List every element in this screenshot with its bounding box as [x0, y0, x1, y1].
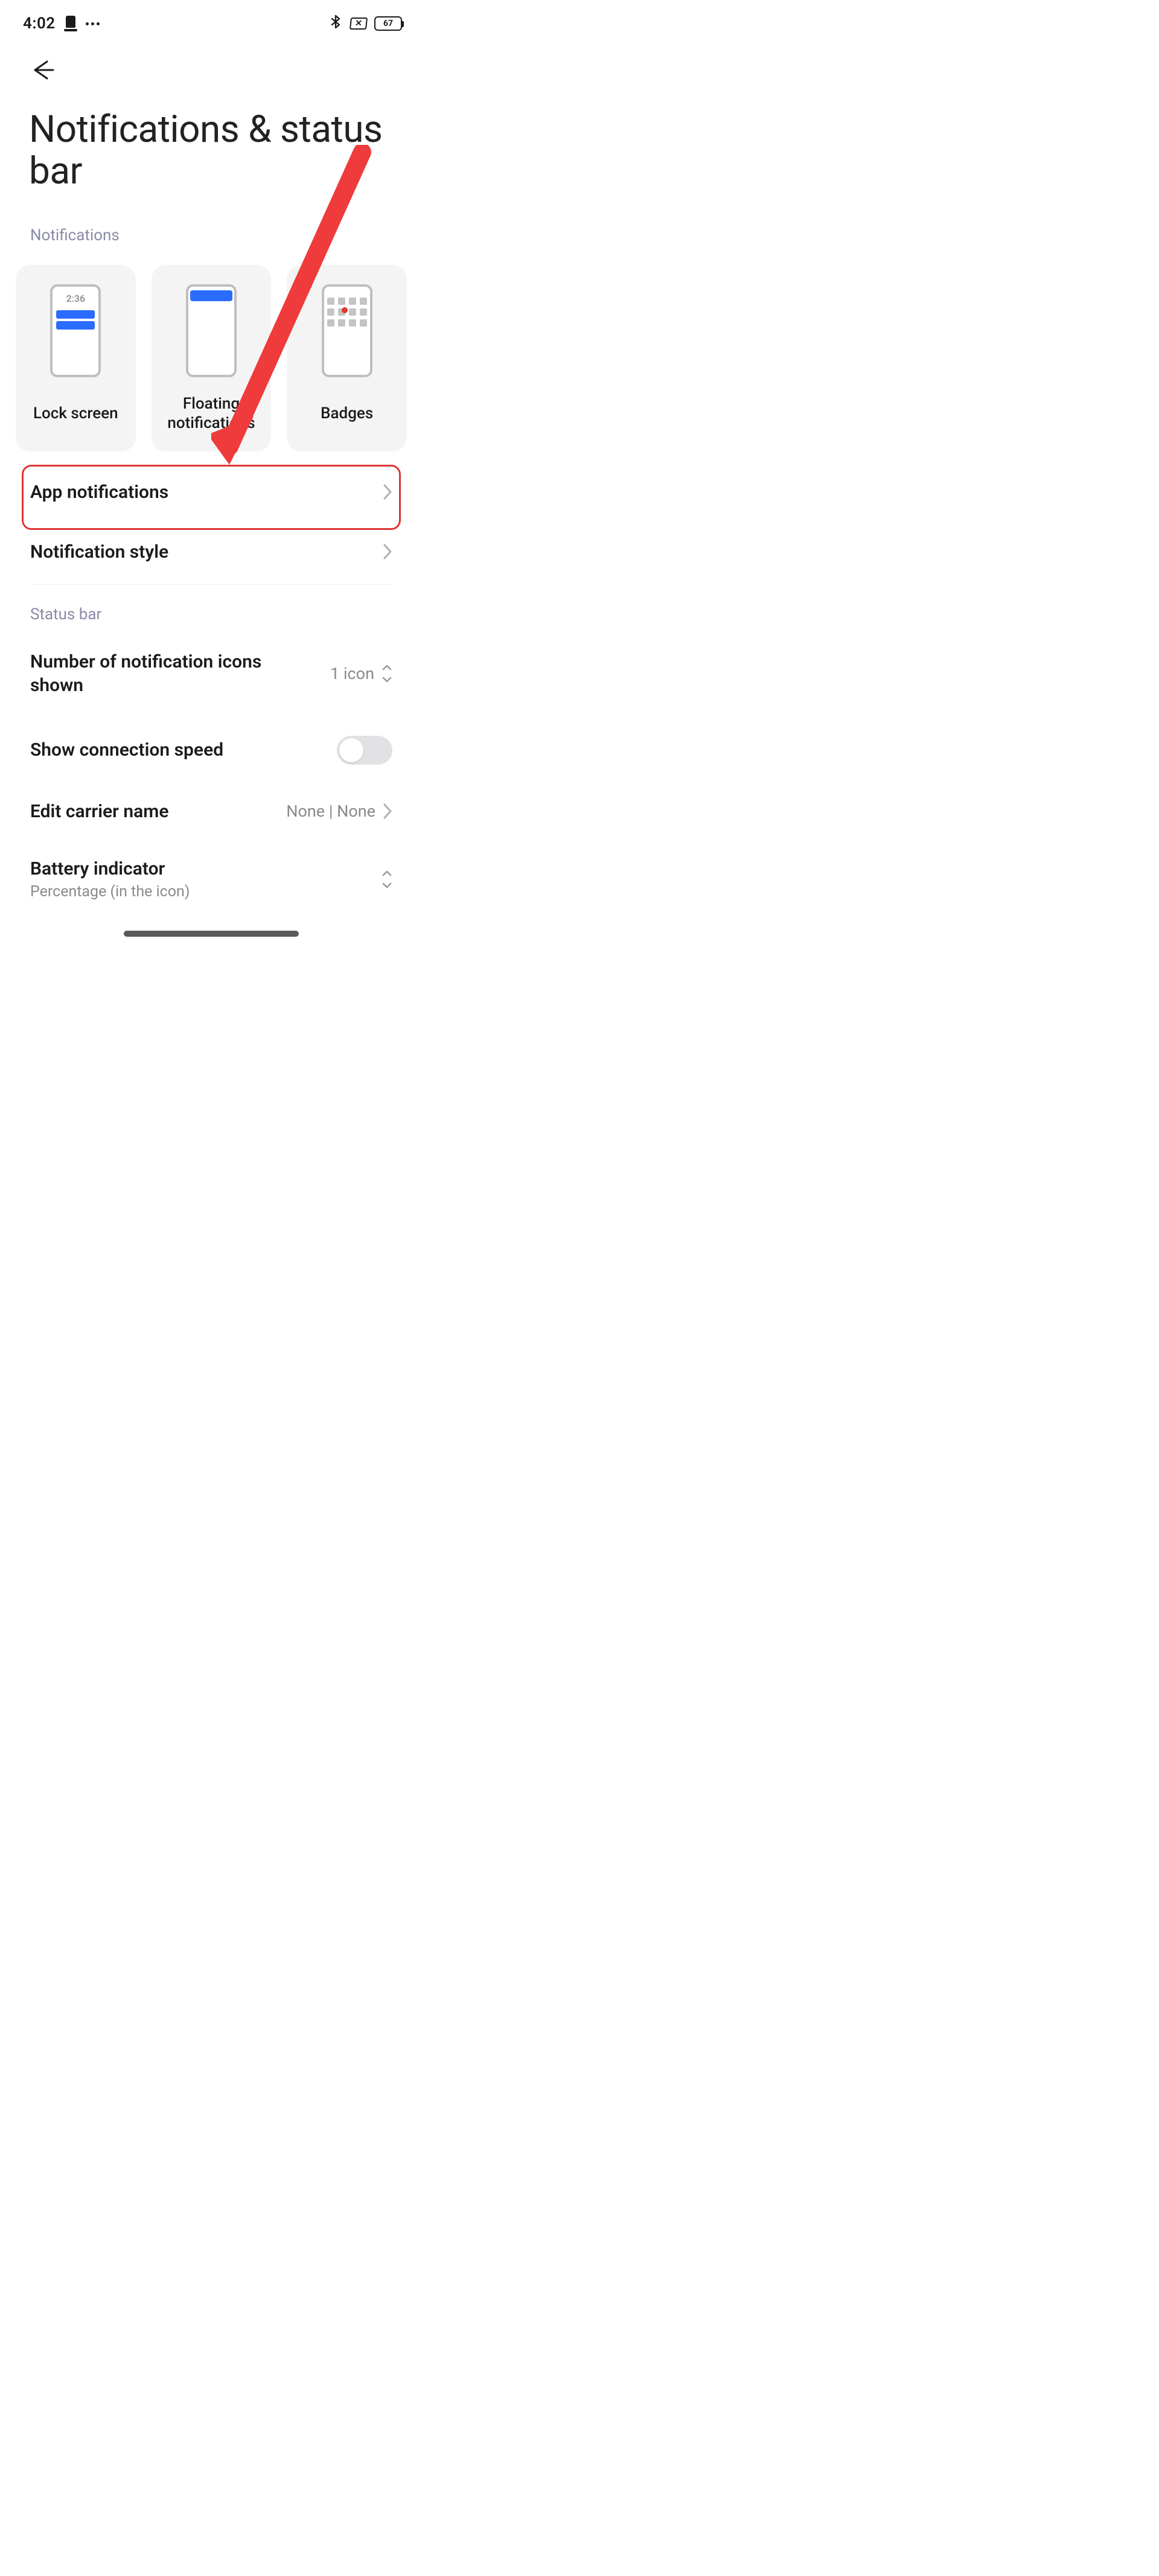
card-floating-notifications[interactable]: Floating notifications: [152, 265, 272, 451]
floating-preview-icon: [186, 284, 237, 377]
item-edit-carrier-name[interactable]: Edit carrier name None | None: [0, 783, 423, 840]
no-sim-icon: ✕: [350, 18, 368, 30]
item-number-icons[interactable]: Number of notification icons shown 1 ico…: [0, 630, 423, 718]
toggle-connection-speed[interactable]: [337, 736, 392, 765]
chevron-right-icon: [383, 483, 392, 500]
badges-preview-icon: [322, 284, 372, 377]
item-battery-indicator[interactable]: Battery indicator Percentage (in the ico…: [0, 840, 423, 907]
card-badges[interactable]: Badges: [287, 265, 407, 451]
item-app-notifications[interactable]: App notifications: [0, 462, 423, 522]
notification-category-cards: 2:36 Lock screen Floating notifications: [0, 250, 423, 451]
divider: [30, 584, 392, 585]
number-icons-value: 1 icon: [330, 664, 374, 683]
page-title: Notifications & status bar: [0, 97, 423, 199]
status-time: 4:02: [23, 14, 56, 33]
section-notifications-label: Notifications: [0, 199, 423, 250]
vibrate-icon: [64, 16, 77, 31]
battery-icon: 67: [374, 16, 402, 31]
status-bar: 4:02 ✕ 67: [0, 0, 423, 39]
section-status-bar-label: Status bar: [0, 591, 423, 630]
carrier-value: None | None: [286, 802, 375, 821]
chevron-right-icon: [383, 543, 392, 560]
chevron-right-icon: [383, 803, 392, 820]
item-show-connection-speed[interactable]: Show connection speed: [0, 718, 423, 783]
up-down-icon: [382, 870, 392, 888]
more-notifications-icon: [86, 22, 100, 25]
bluetooth-icon: [328, 13, 343, 34]
back-button[interactable]: [29, 57, 394, 86]
item-notification-style[interactable]: Notification style: [0, 522, 423, 582]
gesture-bar[interactable]: [124, 931, 299, 937]
lock-screen-preview-icon: 2:36: [50, 284, 101, 377]
card-lock-screen[interactable]: 2:36 Lock screen: [16, 265, 136, 451]
up-down-icon: [382, 665, 392, 683]
